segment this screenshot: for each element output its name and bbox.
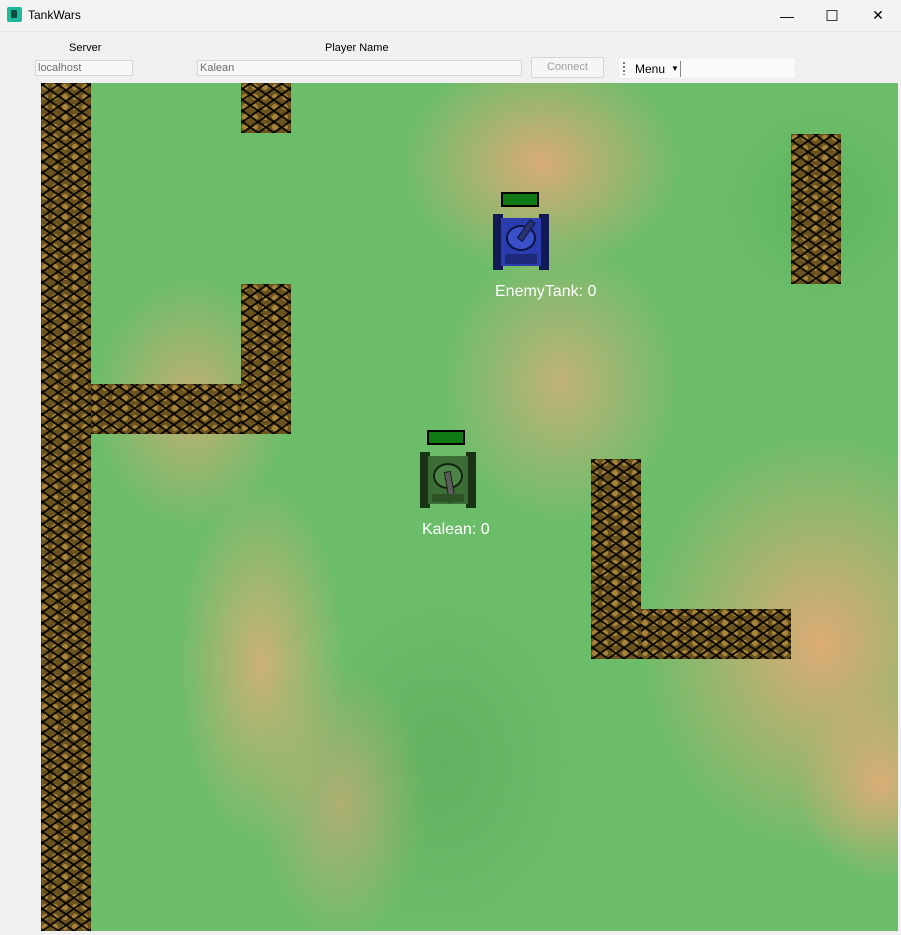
maximize-button[interactable]: ☐ [809, 0, 855, 31]
game-world[interactable]: EnemyTank: 0 Kalean: 0 [41, 83, 898, 931]
minimize-button[interactable]: — [764, 0, 810, 31]
wall-block [91, 384, 241, 434]
wall-block [241, 83, 291, 133]
enemy-health-bar [501, 192, 539, 207]
wall-left [41, 83, 91, 931]
wall-block [591, 459, 641, 659]
enemy-tank [493, 214, 549, 270]
player-name-input[interactable] [197, 60, 522, 76]
title-bar: TankWars — ☐ ✕ [0, 0, 901, 32]
enemy-tank-label: EnemyTank: 0 [495, 283, 597, 300]
grip-icon [623, 62, 625, 75]
app-icon [7, 7, 22, 22]
menu-separator [680, 61, 681, 77]
close-button[interactable]: ✕ [855, 0, 901, 31]
wall-block [791, 134, 841, 284]
player-name-label: Player Name [325, 42, 389, 54]
player-tank [420, 452, 476, 508]
server-input[interactable] [35, 60, 133, 76]
wall-block [241, 284, 291, 434]
menu-button[interactable]: Menu [635, 62, 665, 76]
server-label: Server [69, 42, 102, 54]
menu-strip: Menu ▼ [618, 57, 796, 79]
player-health-bar [427, 430, 465, 445]
connect-button[interactable]: Connect [531, 57, 604, 78]
player-tank-label: Kalean: 0 [422, 521, 490, 538]
wall-block [641, 609, 791, 659]
window-title: TankWars [28, 8, 81, 22]
chevron-down-icon: ▼ [671, 64, 679, 73]
